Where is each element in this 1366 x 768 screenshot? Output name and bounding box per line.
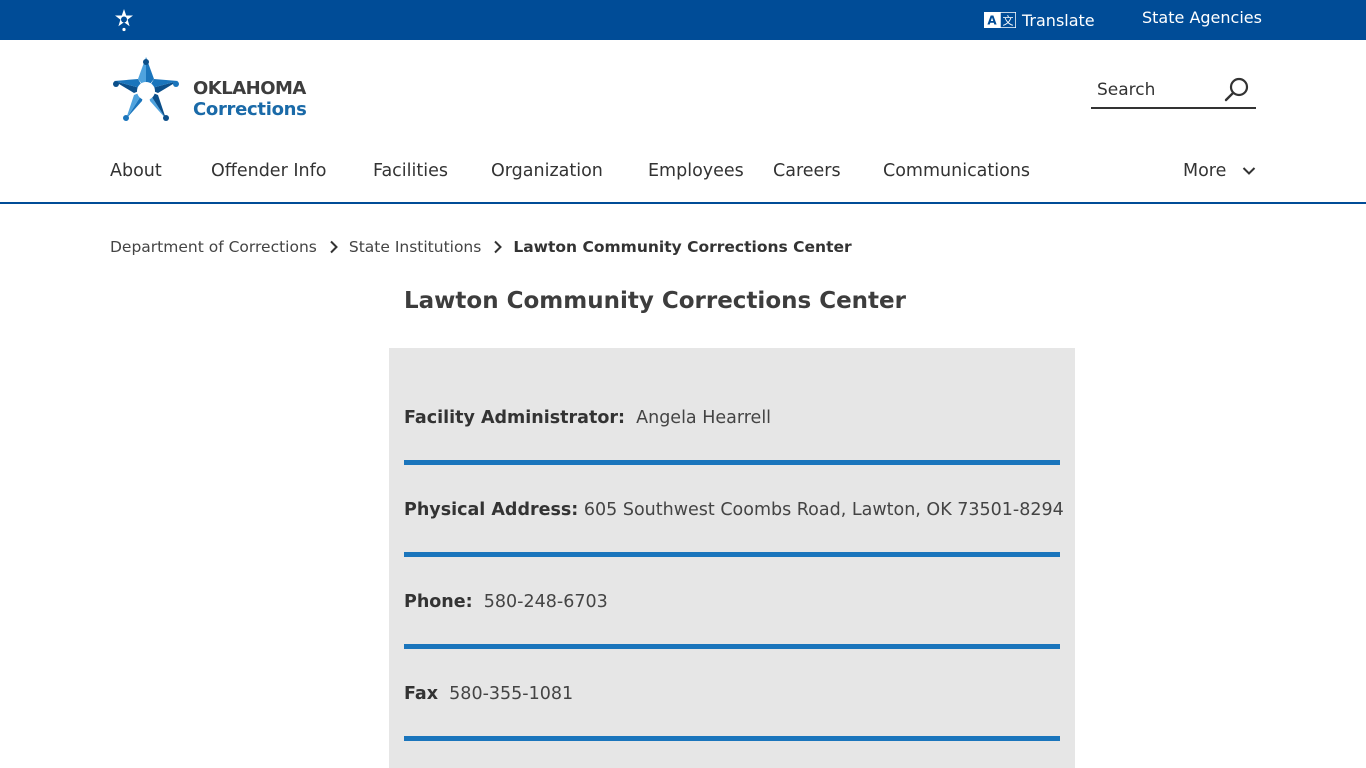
oklahoma-star-icon[interactable]: [112, 8, 136, 32]
nav-item-about[interactable]: About: [110, 156, 162, 186]
phone-label: Phone:: [404, 592, 473, 612]
physical-address-label: Physical Address:: [404, 500, 579, 520]
svg-text:A: A: [987, 14, 997, 28]
nav-item-offender-info[interactable]: Offender Info: [211, 156, 326, 186]
nav-item-facilities[interactable]: Facilities: [373, 156, 448, 186]
fax-label: Fax: [404, 684, 439, 704]
facility-administrator-text: Facility Administrator: Angela Hearrell: [404, 406, 771, 430]
phone-row: Phone: 580-248-6703: [404, 532, 1060, 649]
row-divider: [404, 736, 1060, 741]
nav-item-communications[interactable]: Communications: [883, 156, 1030, 186]
phone-text: Phone: 580-248-6703: [404, 590, 608, 614]
nav-more-button[interactable]: More: [1183, 156, 1256, 186]
nav-item-employees[interactable]: Employees: [648, 156, 744, 186]
fax-text: Fax 580-355-1081: [404, 682, 573, 706]
breadcrumb-current: Lawton Community Corrections Center: [513, 238, 852, 256]
physical-address-row: Physical Address: 605 Southwest Coombs R…: [404, 440, 1064, 557]
chevron-down-icon: [1243, 167, 1256, 175]
top-utility-bar: A 文 Translate State Agencies: [0, 0, 1366, 40]
nav-divider: [0, 202, 1366, 204]
breadcrumb-item-state-institutions[interactable]: State Institutions: [349, 238, 481, 256]
facility-administrator-label: Facility Administrator:: [404, 408, 625, 428]
breadcrumb: Department of Corrections State Institut…: [110, 236, 852, 258]
nav-more-label: More: [1183, 161, 1227, 181]
page-title: Lawton Community Corrections Center: [404, 288, 906, 314]
logo-star-icon: [113, 57, 179, 121]
facility-administrator-row: Facility Administrator: Angela Hearrell: [404, 348, 1060, 465]
facility-administrator-value: Angela Hearrell: [636, 408, 772, 428]
svg-text:文: 文: [1003, 14, 1014, 28]
translate-label: Translate: [1022, 10, 1095, 30]
nav-item-organization[interactable]: Organization: [491, 156, 603, 186]
chevron-right-icon: [330, 240, 338, 254]
physical-address-text: Physical Address: 605 Southwest Coombs R…: [404, 498, 1064, 522]
physical-address-value: 605 Southwest Coombs Road, Lawton, OK 73…: [583, 500, 1064, 520]
facility-info-card: Facility Administrator: Angela Hearrell …: [389, 348, 1075, 768]
nav-item-careers[interactable]: Careers: [773, 156, 841, 186]
state-agencies-link[interactable]: State Agencies: [1142, 0, 1262, 40]
logo-text-oklahoma: OKLAHOMA: [193, 78, 306, 99]
fax-value: 580-355-1081: [449, 684, 574, 704]
translate-button[interactable]: A 文 Translate: [984, 0, 1095, 40]
phone-value[interactable]: 580-248-6703: [484, 592, 608, 612]
logo-text-corrections: Corrections: [193, 99, 307, 120]
search-input[interactable]: [1097, 78, 1217, 102]
translate-icon: A 文: [984, 12, 1016, 28]
breadcrumb-item-department[interactable]: Department of Corrections: [110, 238, 317, 256]
site-header: OKLAHOMA Corrections About Offender Info…: [0, 40, 1366, 202]
oklahoma-corrections-logo[interactable]: OKLAHOMA Corrections: [110, 54, 320, 126]
chevron-right-icon: [494, 240, 503, 254]
search-icon[interactable]: [1224, 77, 1250, 103]
fax-row: Fax 580-355-1081: [404, 624, 1060, 741]
main-nav: About Offender Info Facilities Organizat…: [0, 156, 1366, 186]
search-box: [1091, 74, 1256, 109]
